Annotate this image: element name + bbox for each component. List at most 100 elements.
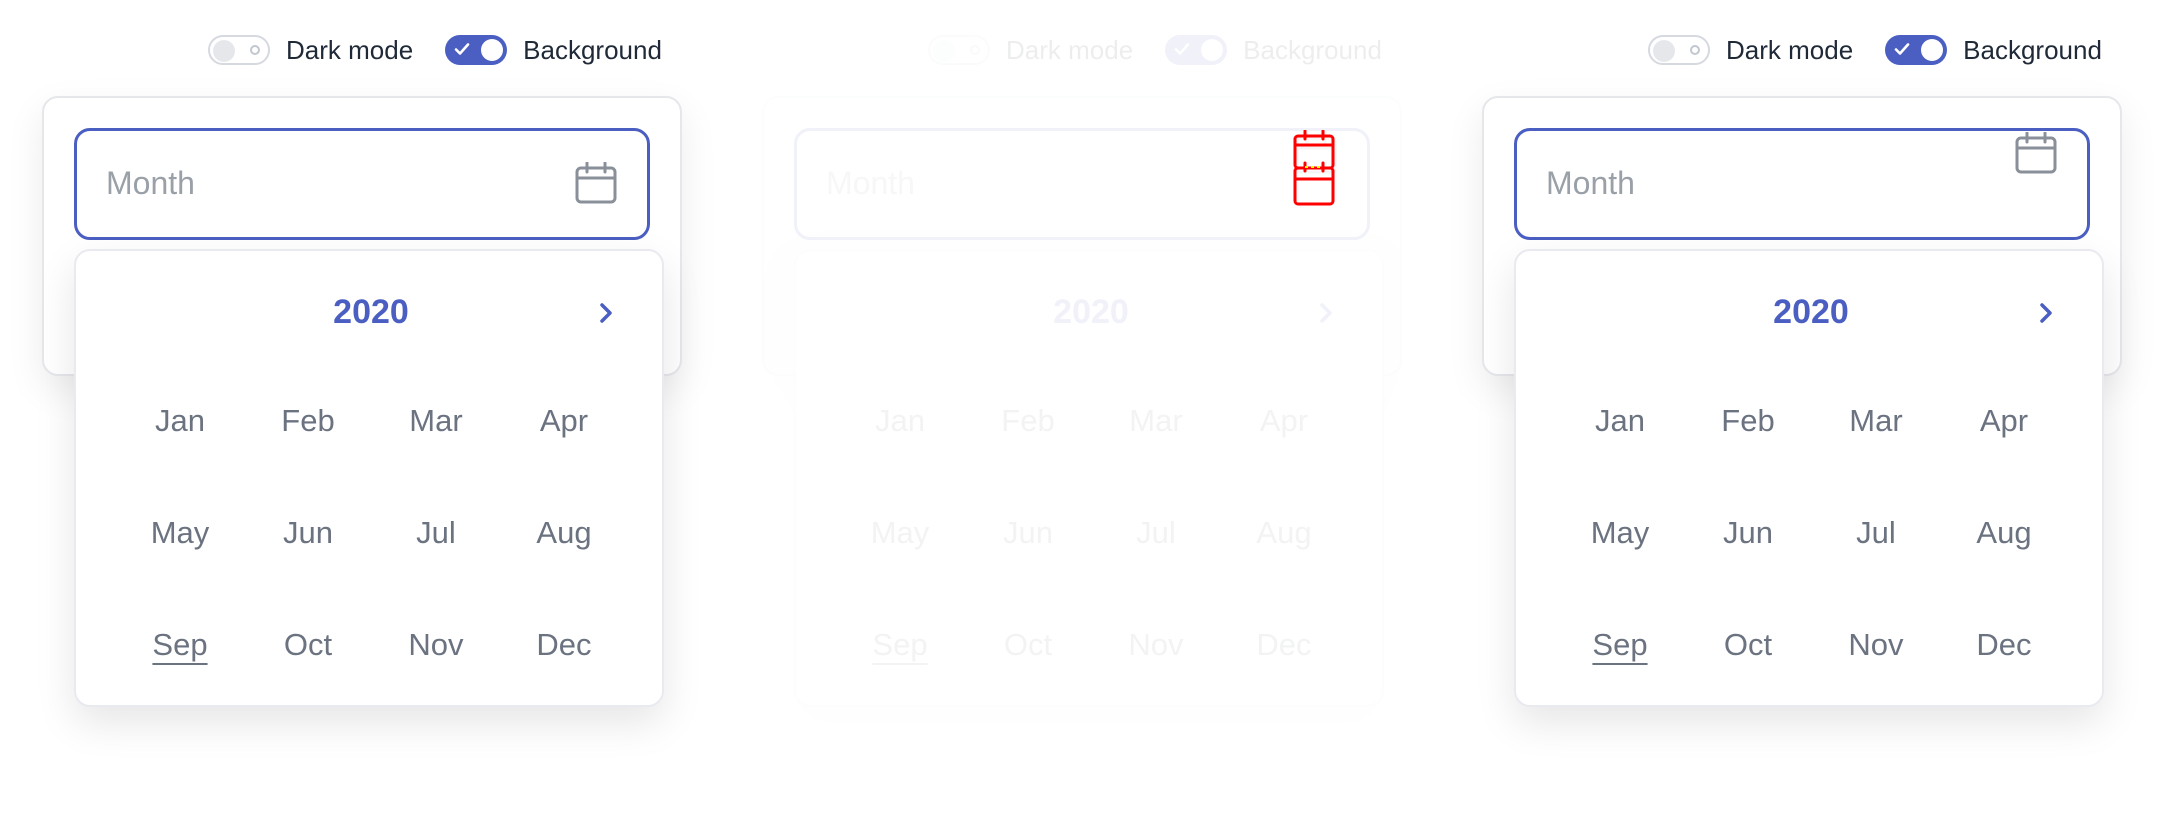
month-label: Mar	[1849, 403, 1903, 438]
dark-mode-toggle[interactable]: Dark mode	[1648, 35, 1853, 66]
month-label: Nov	[1128, 627, 1184, 662]
month-sep[interactable]: Sep	[1556, 627, 1684, 739]
month-input-placeholder: Month	[826, 165, 915, 201]
check-icon	[1894, 43, 1910, 55]
calendar-icon[interactable]	[574, 162, 618, 206]
month-label: Apr	[1259, 403, 1309, 438]
month-label: Oct	[1003, 627, 1053, 662]
chevron-right-icon[interactable]	[588, 295, 624, 331]
dark-mode-switch[interactable]	[928, 35, 990, 65]
month-may[interactable]: May	[1556, 515, 1684, 627]
month-jun[interactable]: Jun	[1684, 515, 1812, 627]
month-nov[interactable]: Nov	[1812, 627, 1940, 739]
calendar-icon[interactable]	[2014, 132, 2058, 176]
month-label: May	[870, 515, 930, 550]
month-mar[interactable]: Mar	[372, 403, 500, 515]
dark-mode-label: Dark mode	[286, 34, 414, 65]
month-label: Jun	[1723, 515, 1773, 550]
month-label: Jul	[1136, 515, 1176, 550]
switch-off-indicator	[970, 45, 980, 55]
switch-knob	[481, 39, 504, 61]
month-jun[interactable]: Jun	[964, 515, 1092, 627]
month-label: May	[150, 515, 210, 550]
month-feb[interactable]: Feb	[244, 403, 372, 515]
year-heading[interactable]: 2020	[796, 293, 1386, 332]
month-label: Sep	[1592, 627, 1648, 662]
month-label: Aug	[536, 515, 592, 550]
month-dec[interactable]: Dec	[1220, 627, 1348, 739]
dark-mode-toggle[interactable]: Dark mode	[928, 35, 1133, 66]
month-jan[interactable]: Jan	[836, 403, 964, 515]
check-icon	[1174, 43, 1190, 55]
background-switch[interactable]	[1165, 35, 1228, 65]
month-oct[interactable]: Oct	[964, 627, 1092, 739]
month-input-placeholder: Month	[1546, 165, 1635, 201]
month-may[interactable]: May	[116, 515, 244, 627]
dark-mode-toggle[interactable]: Dark mode	[208, 35, 413, 66]
month-label: May	[1590, 515, 1650, 550]
switch-off-indicator	[250, 45, 260, 55]
dark-mode-label: Dark mode	[1006, 34, 1134, 65]
check-icon	[454, 43, 470, 55]
switch-knob	[213, 40, 235, 62]
month-grid: Jan Feb Mar Apr May Jun Jul Aug Sep Oct …	[116, 403, 628, 739]
month-jul[interactable]: Jul	[372, 515, 500, 627]
month-sep[interactable]: Sep	[116, 627, 244, 739]
month-sep[interactable]: Sep	[836, 627, 964, 739]
calendar-icon-highlight	[1293, 130, 1335, 206]
month-aug[interactable]: Aug	[1940, 515, 2068, 627]
toggle-bar: Dark mode Background	[1648, 28, 2102, 72]
month-dec[interactable]: Dec	[500, 627, 628, 739]
background-switch[interactable]	[1885, 35, 1948, 65]
chevron-right-icon[interactable]	[2028, 295, 2064, 331]
month-label: Oct	[1723, 627, 1773, 662]
month-apr[interactable]: Apr	[500, 403, 628, 515]
toggle-bar: Dark mode Background	[928, 28, 1382, 72]
dark-mode-switch[interactable]	[208, 35, 270, 65]
dark-mode-switch[interactable]	[1648, 35, 1710, 65]
month-label: Jan	[1595, 403, 1645, 438]
month-label: Jul	[1856, 515, 1896, 550]
month-label: Feb	[1001, 403, 1055, 438]
background-switch[interactable]	[445, 35, 508, 65]
month-nov[interactable]: Nov	[1092, 627, 1220, 739]
month-input[interactable]: Month	[794, 128, 1370, 240]
month-apr[interactable]: Apr	[1940, 403, 2068, 515]
month-nov[interactable]: Nov	[372, 627, 500, 739]
month-jan[interactable]: Jan	[116, 403, 244, 515]
month-label: Nov	[1848, 627, 1904, 662]
month-jul[interactable]: Jul	[1092, 515, 1220, 627]
month-label: Jan	[875, 403, 925, 438]
month-aug[interactable]: Aug	[1220, 515, 1348, 627]
switch-off-indicator	[1690, 45, 1700, 55]
year-heading[interactable]: 2020	[1516, 293, 2106, 332]
month-aug[interactable]: Aug	[500, 515, 628, 627]
switch-knob	[1653, 40, 1675, 62]
month-input-placeholder: Month	[106, 165, 195, 201]
month-oct[interactable]: Oct	[244, 627, 372, 739]
month-label: Dec	[1976, 627, 2032, 662]
dark-mode-label: Dark mode	[1726, 34, 1854, 65]
chevron-right-icon[interactable]	[1308, 295, 1344, 331]
toggle-bar: Dark mode Background	[208, 28, 662, 72]
month-grid: Jan Feb Mar Apr May Jun Jul Aug Sep Oct …	[836, 403, 1348, 739]
month-jan[interactable]: Jan	[1556, 403, 1684, 515]
month-mar[interactable]: Mar	[1812, 403, 1940, 515]
month-input[interactable]: Month	[1514, 128, 2090, 240]
background-toggle[interactable]: Background	[1165, 35, 1382, 66]
month-mar[interactable]: Mar	[1092, 403, 1220, 515]
month-label: Sep	[872, 627, 928, 662]
month-label: Mar	[1129, 403, 1183, 438]
month-jul[interactable]: Jul	[1812, 515, 1940, 627]
month-dec[interactable]: Dec	[1940, 627, 2068, 739]
background-toggle[interactable]: Background	[445, 35, 662, 66]
month-apr[interactable]: Apr	[1220, 403, 1348, 515]
month-jun[interactable]: Jun	[244, 515, 372, 627]
month-may[interactable]: May	[836, 515, 964, 627]
month-feb[interactable]: Feb	[964, 403, 1092, 515]
year-heading[interactable]: 2020	[76, 293, 666, 332]
month-oct[interactable]: Oct	[1684, 627, 1812, 739]
month-feb[interactable]: Feb	[1684, 403, 1812, 515]
background-toggle[interactable]: Background	[1885, 35, 2102, 66]
month-input[interactable]: Month	[74, 128, 650, 240]
